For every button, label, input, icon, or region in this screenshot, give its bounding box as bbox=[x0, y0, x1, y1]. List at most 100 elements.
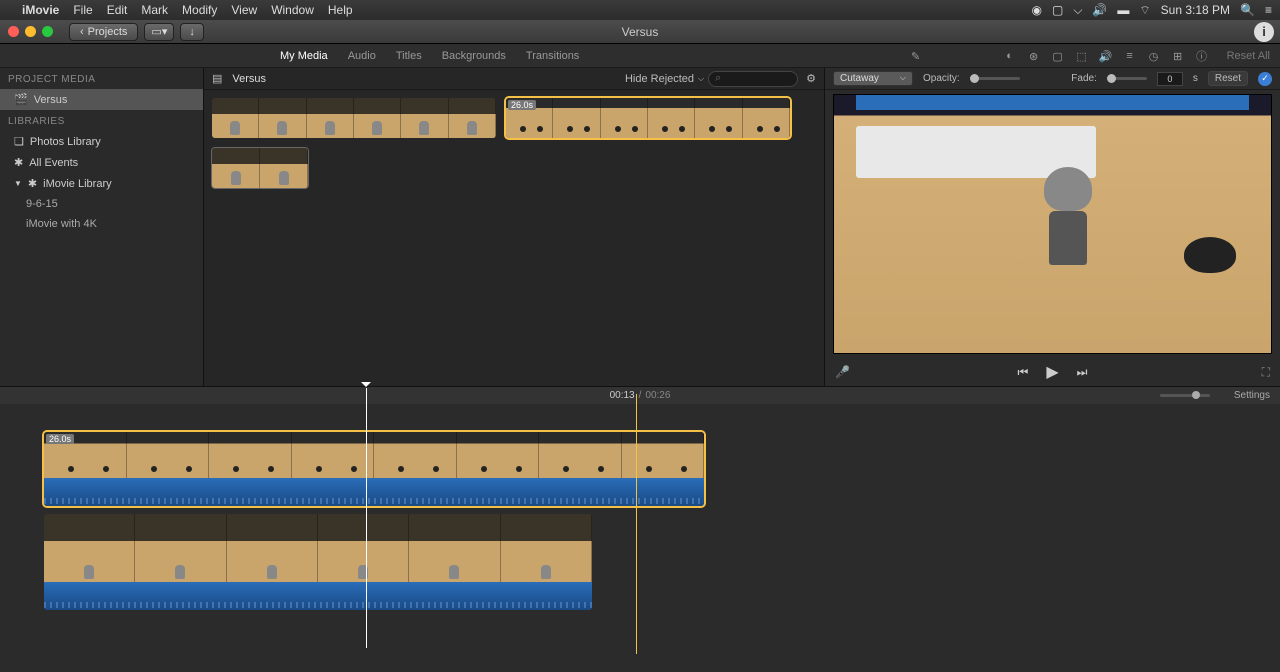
app-menu[interactable]: iMovie bbox=[22, 3, 59, 17]
bluetooth-icon[interactable]: ⌵ bbox=[1073, 3, 1082, 18]
reset-button[interactable]: Reset bbox=[1208, 71, 1248, 86]
star-icon: ✱ bbox=[14, 156, 23, 169]
library-sidebar: PROJECT MEDIA 🎬 Versus LIBRARIES ❏Photos… bbox=[0, 68, 204, 386]
menu-edit[interactable]: Edit bbox=[107, 3, 128, 17]
sidebar-event-9-6-15[interactable]: 9-6-15 bbox=[0, 194, 203, 214]
reset-all-button[interactable]: Reset All bbox=[1227, 50, 1270, 62]
hide-rejected-dropdown[interactable]: Hide Rejected bbox=[625, 73, 694, 85]
timeline-zoom-slider[interactable] bbox=[1160, 394, 1210, 397]
inspector-toolbar: ✎ ◐ ⊛ ▢ ⬚ 🔊 ≡ ◷ ⊞ ⓘ Reset All bbox=[909, 44, 1270, 68]
media-clip-1[interactable] bbox=[212, 98, 496, 138]
prev-button[interactable]: ⏮ bbox=[1018, 365, 1029, 380]
search-input[interactable]: ⌕ bbox=[708, 71, 798, 87]
flag-icon[interactable]: ▬ bbox=[1117, 3, 1129, 17]
import-button[interactable]: ↓ bbox=[180, 23, 204, 41]
tab-titles[interactable]: Titles bbox=[396, 50, 422, 62]
overlay-mode-select[interactable]: Cutaway⌵ bbox=[833, 71, 913, 86]
macos-menubar: iMovie File Edit Mark Modify View Window… bbox=[0, 0, 1280, 20]
opacity-label: Opacity: bbox=[923, 73, 960, 84]
voiceover-icon[interactable]: 🎤 bbox=[835, 365, 850, 379]
menu-view[interactable]: View bbox=[231, 3, 257, 17]
apply-check-icon[interactable]: ✓ bbox=[1258, 72, 1272, 86]
time-indicator-bar: 00:13 / 00:26 Settings bbox=[0, 386, 1280, 404]
projects-button[interactable]: ‹Projects bbox=[69, 23, 138, 41]
tab-audio[interactable]: Audio bbox=[348, 50, 376, 62]
sidebar-project-versus[interactable]: 🎬 Versus bbox=[0, 89, 203, 110]
clapper-icon: 🎬 bbox=[14, 93, 28, 106]
clip-duration-badge: 26.0s bbox=[508, 100, 536, 110]
filter-icon[interactable]: ⊞ bbox=[1171, 50, 1185, 63]
settings-gear-icon[interactable]: ⚙ bbox=[806, 72, 816, 85]
fade-value[interactable]: 0 bbox=[1157, 72, 1183, 86]
fade-unit: s bbox=[1193, 73, 1198, 84]
stabilize-icon[interactable]: ⬚ bbox=[1075, 50, 1089, 63]
settings-button[interactable]: Settings bbox=[1234, 390, 1270, 401]
play-button[interactable]: ▶ bbox=[1046, 362, 1058, 382]
playhead-marker[interactable] bbox=[366, 388, 367, 648]
menu-help[interactable]: Help bbox=[328, 3, 353, 17]
timeline-clip-1[interactable]: 26.0s bbox=[44, 432, 704, 506]
search-icon: ⌕ bbox=[715, 72, 721, 85]
spotlight-icon[interactable]: 🔍 bbox=[1240, 3, 1255, 17]
menu-file[interactable]: File bbox=[73, 3, 92, 17]
library-icon: ✱ bbox=[28, 177, 37, 190]
clock[interactable]: Sun 3:18 PM bbox=[1161, 3, 1230, 17]
menu-mark[interactable]: Mark bbox=[141, 3, 168, 17]
window-title: Versus bbox=[622, 25, 659, 39]
noise-icon[interactable]: ≡ bbox=[1123, 50, 1137, 62]
sidebar-all-events[interactable]: ✱All Events bbox=[0, 152, 203, 173]
time-separator: / bbox=[639, 390, 642, 401]
total-time: 00:26 bbox=[645, 390, 670, 401]
info-icon[interactable]: ⓘ bbox=[1195, 48, 1209, 64]
color-balance-icon[interactable]: ◐ bbox=[1003, 50, 1017, 62]
video-preview[interactable] bbox=[833, 94, 1272, 354]
project-media-header: PROJECT MEDIA bbox=[0, 68, 203, 89]
volume-icon[interactable]: 🔊 bbox=[1092, 3, 1107, 17]
fullscreen-icon[interactable]: ⛶ bbox=[1262, 365, 1270, 380]
chevron-down-icon: ▼ bbox=[14, 179, 22, 188]
viewer-panel: Cutaway⌵ Opacity: Fade: 0 s Reset ✓ 🎤 ⏮ … bbox=[824, 68, 1280, 386]
share-button[interactable]: i bbox=[1254, 22, 1274, 42]
timeline[interactable]: 26.0s bbox=[0, 404, 1280, 672]
menu-modify[interactable]: Modify bbox=[182, 3, 217, 17]
tab-transitions[interactable]: Transitions bbox=[526, 50, 579, 62]
sidebar-photos-library[interactable]: ❏Photos Library bbox=[0, 131, 203, 152]
overlay-adjust-bar: Cutaway⌵ Opacity: Fade: 0 s Reset ✓ bbox=[825, 68, 1280, 90]
notification-icon[interactable]: ≡ bbox=[1265, 3, 1272, 17]
speed-icon[interactable]: ◷ bbox=[1147, 50, 1161, 63]
dropdown-chevron-icon: ⌵ bbox=[698, 74, 704, 84]
minimize-window[interactable] bbox=[25, 26, 36, 37]
tab-my-media[interactable]: My Media bbox=[280, 50, 328, 62]
timeline-clip-badge: 26.0s bbox=[46, 434, 74, 444]
media-clip-3[interactable] bbox=[212, 148, 308, 188]
window-toolbar: ‹Projects ▭▾ ↓ Versus i bbox=[0, 20, 1280, 44]
fade-label: Fade: bbox=[1071, 73, 1097, 84]
next-button[interactable]: ⏭ bbox=[1077, 365, 1088, 380]
list-view-icon[interactable]: ▤ bbox=[212, 72, 222, 85]
opacity-slider[interactable] bbox=[970, 77, 1020, 80]
media-tabs: My Media Audio Titles Backgrounds Transi… bbox=[0, 44, 1280, 68]
menu-window[interactable]: Window bbox=[271, 3, 314, 17]
maximize-window[interactable] bbox=[42, 26, 53, 37]
stop-icon[interactable]: ◉ bbox=[1031, 3, 1041, 17]
color-correction-icon[interactable]: ⊛ bbox=[1027, 50, 1041, 63]
timeline-clip-2[interactable] bbox=[44, 514, 592, 610]
fade-slider[interactable] bbox=[1107, 77, 1147, 80]
volume-adjust-icon[interactable]: 🔊 bbox=[1099, 50, 1113, 63]
playhead-current[interactable] bbox=[636, 394, 637, 654]
crop-icon[interactable]: ▢ bbox=[1051, 50, 1065, 63]
timeline-track-1: 26.0s bbox=[44, 432, 1236, 506]
wand-icon[interactable]: ✎ bbox=[909, 50, 923, 63]
library-toggle-button[interactable]: ▭▾ bbox=[144, 23, 174, 41]
photos-icon: ❏ bbox=[14, 135, 24, 148]
media-browser: ▤ Versus Hide Rejected ⌵ ⌕ ⚙ 26.0s bbox=[204, 68, 824, 386]
current-time: 00:13 bbox=[610, 390, 635, 401]
libraries-header: LIBRARIES bbox=[0, 110, 203, 131]
sidebar-imovie-library[interactable]: ▼✱iMovie Library bbox=[0, 173, 203, 194]
close-window[interactable] bbox=[8, 26, 19, 37]
airplay-icon[interactable]: ▢ bbox=[1052, 3, 1063, 17]
tab-backgrounds[interactable]: Backgrounds bbox=[442, 50, 506, 62]
sidebar-event-4k[interactable]: iMovie with 4K bbox=[0, 214, 203, 234]
wifi-icon[interactable]: ⌔ bbox=[1139, 3, 1150, 18]
media-clip-2[interactable]: 26.0s bbox=[506, 98, 790, 138]
